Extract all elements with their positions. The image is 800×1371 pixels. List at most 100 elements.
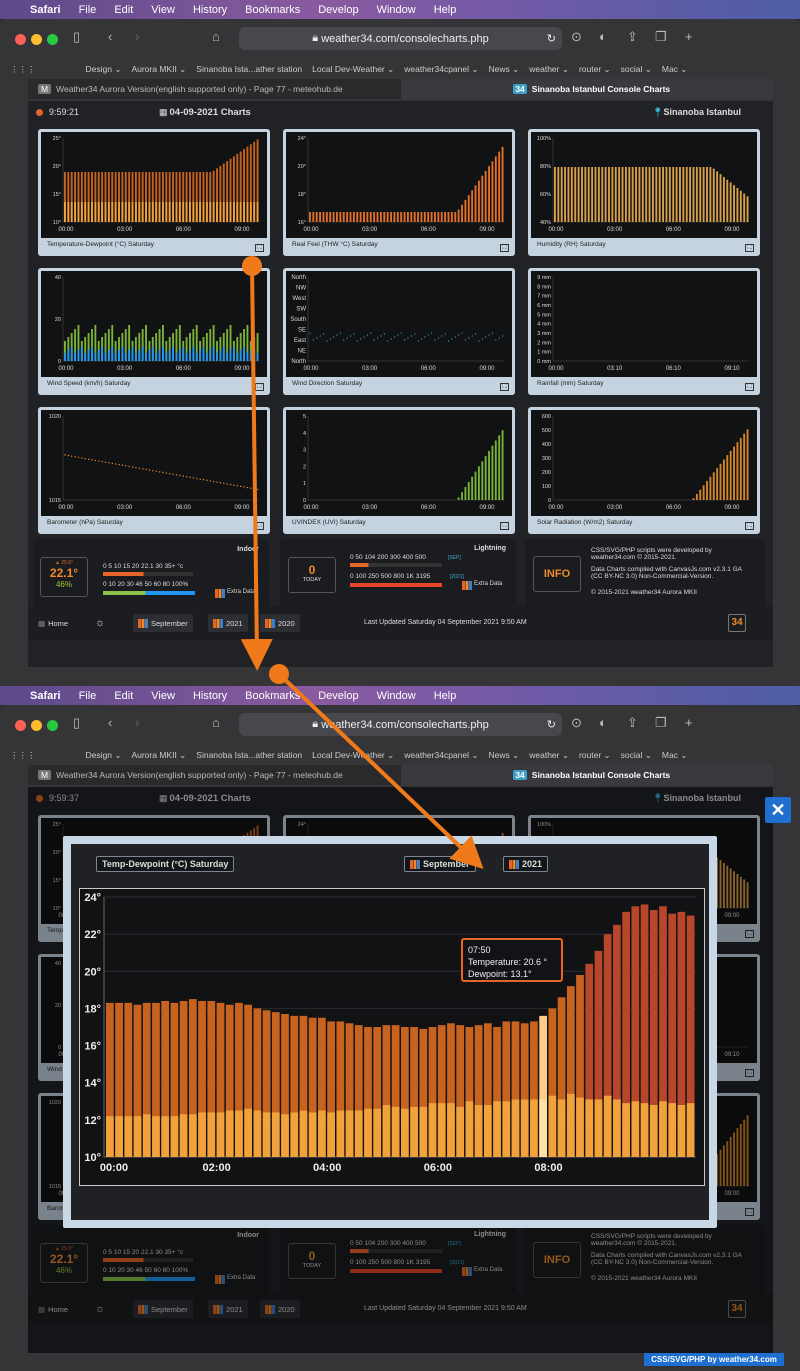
menu-file[interactable]: File: [79, 4, 97, 16]
tab-console-charts[interactable]: 34 Sinanoba Istanbul Console Charts: [400, 765, 773, 785]
menu-history[interactable]: History: [193, 690, 227, 702]
weather34-logo[interactable]: 34: [728, 614, 746, 632]
menu-safari[interactable]: Safari: [30, 4, 61, 16]
fav-item[interactable]: weather34cpanel ⌄: [404, 64, 478, 75]
fav-item[interactable]: Aurora MKII ⌄: [131, 750, 186, 761]
new-tab-icon[interactable]: +: [685, 29, 693, 44]
forward-icon[interactable]: ›: [135, 29, 139, 44]
fav-item[interactable]: News ⌄: [488, 64, 519, 75]
new-tab-icon[interactable]: +: [685, 715, 693, 730]
grid-icon[interactable]: ⋮⋮⋮: [10, 64, 36, 75]
menu-develop[interactable]: Develop: [318, 4, 358, 16]
nav-september-button[interactable]: September: [133, 1300, 193, 1318]
fav-item[interactable]: weather ⌄: [529, 750, 569, 761]
share-icon[interactable]: ⇪: [627, 29, 638, 45]
fav-item[interactable]: Sinanoba Ista...ather station: [196, 64, 302, 74]
chart-card[interactable]: 100% 80% 60% 40%00:00 03:00 06:00 09:00 Humidit…: [528, 129, 760, 256]
menu-window[interactable]: Window: [377, 690, 416, 702]
fav-item[interactable]: Design ⌄: [86, 64, 122, 75]
home-button[interactable]: ▦ Home: [33, 1300, 73, 1318]
fav-item[interactable]: social ⌄: [621, 64, 652, 75]
fav-item[interactable]: router ⌄: [579, 750, 611, 761]
indoor-extra-link[interactable]: Extra Data: [215, 589, 255, 598]
expand-icon[interactable]: ⛶: [745, 522, 754, 530]
menu-help[interactable]: Help: [434, 4, 457, 16]
close-modal-button[interactable]: ✕: [765, 797, 791, 823]
grid-icon[interactable]: ⋮⋮⋮: [10, 750, 36, 761]
nav-y2020-button[interactable]: 2020: [260, 614, 300, 632]
menu-bookmarks[interactable]: Bookmarks: [245, 4, 300, 16]
sidebar-icon[interactable]: ▯: [73, 715, 80, 731]
indoor-extra-link[interactable]: Extra Data: [215, 1275, 255, 1284]
privacy-icon[interactable]: ◐: [599, 715, 607, 730]
tab-meteohub[interactable]: M Weather34 Aurora Version(english suppor…: [28, 79, 401, 99]
expand-icon[interactable]: ⛶: [745, 930, 754, 938]
menu-history[interactable]: History: [193, 4, 227, 16]
privacy-icon[interactable]: ◐: [599, 29, 607, 44]
tab-meteohub[interactable]: M Weather34 Aurora Version(english suppor…: [28, 765, 401, 785]
fav-item[interactable]: Local Dev-Weather ⌄: [312, 750, 394, 761]
reload-icon[interactable]: ↻: [547, 718, 556, 731]
expand-icon[interactable]: ⛶: [745, 1208, 754, 1216]
expand-icon[interactable]: ⛶: [500, 383, 509, 391]
menu-safari[interactable]: Safari: [30, 690, 61, 702]
minimize-window-button[interactable]: [31, 34, 42, 45]
expand-icon[interactable]: ⛶: [255, 383, 264, 391]
menu-develop[interactable]: Develop: [318, 690, 358, 702]
expand-icon[interactable]: ⛶: [500, 244, 509, 252]
chart-card[interactable]: NorthNWWestSWSouthSEEastNENorth00:0003:0…: [283, 268, 515, 395]
menu-edit[interactable]: Edit: [114, 690, 133, 702]
menu-window[interactable]: Window: [377, 4, 416, 16]
menu-view[interactable]: View: [151, 690, 175, 702]
fav-item[interactable]: Local Dev-Weather ⌄: [312, 64, 394, 75]
address-bar[interactable]: 🔒︎ weather34.com/consolecharts.php ↻: [239, 713, 562, 736]
menu-bookmarks[interactable]: Bookmarks: [245, 690, 300, 702]
expand-icon[interactable]: ⛶: [745, 244, 754, 252]
tabs-overview-icon[interactable]: ❐: [655, 29, 667, 45]
forward-icon[interactable]: ›: [135, 715, 139, 730]
menu-file[interactable]: File: [79, 690, 97, 702]
chart-card[interactable]: 5 4 3 2 1 000:00 03:00 06:00 09:00 UVINDEX (UVI) …: [283, 407, 515, 534]
home-icon[interactable]: ⌂: [212, 715, 220, 730]
fav-item[interactable]: News ⌄: [488, 750, 519, 761]
fav-item[interactable]: social ⌄: [621, 750, 652, 761]
chart-card[interactable]: 40 20 000:00 03:00 06:00 09:00 Wind Speed (km/…: [38, 268, 270, 395]
chart-card[interactable]: 25° 20° 15° 10°00:00 03:00 06:00 09:00 Temperat…: [38, 129, 270, 256]
reload-icon[interactable]: ↻: [547, 32, 556, 45]
back-icon[interactable]: ‹: [108, 715, 112, 730]
tabs-overview-icon[interactable]: ❐: [655, 715, 667, 731]
fav-item[interactable]: Sinanoba Ista...ather station: [196, 750, 302, 760]
nav-y2021-button[interactable]: 2021: [208, 1300, 248, 1318]
expand-icon[interactable]: ⛶: [745, 383, 754, 391]
nav-september-button[interactable]: September: [133, 614, 193, 632]
fav-item[interactable]: Mac ⌄: [662, 64, 688, 75]
modal-month-button[interactable]: September: [404, 856, 476, 872]
lightning-extra-link[interactable]: Extra Data: [462, 581, 502, 590]
theme-toggle[interactable]: ☼: [90, 614, 110, 632]
fav-item[interactable]: Aurora MKII ⌄: [131, 64, 186, 75]
nav-y2020-button[interactable]: 2020: [260, 1300, 300, 1318]
home-button[interactable]: ▦ Home: [33, 614, 73, 632]
home-icon[interactable]: ⌂: [212, 29, 220, 44]
expand-icon[interactable]: ⛶: [255, 244, 264, 252]
theme-toggle[interactable]: ☼: [90, 1300, 110, 1318]
info-button[interactable]: INFO: [533, 556, 581, 592]
minimize-window-button[interactable]: [31, 720, 42, 731]
expand-icon[interactable]: ⛶: [500, 522, 509, 530]
tab-console-charts[interactable]: 34 Sinanoba Istanbul Console Charts: [400, 79, 773, 99]
fav-item[interactable]: weather ⌄: [529, 64, 569, 75]
download-icon[interactable]: ⊙: [571, 29, 582, 45]
zoom-window-button[interactable]: [47, 34, 58, 45]
close-window-button[interactable]: [15, 34, 26, 45]
share-icon[interactable]: ⇪: [627, 715, 638, 731]
menu-help[interactable]: Help: [434, 690, 457, 702]
address-bar[interactable]: 🔒︎ weather34.com/consolecharts.php ↻: [239, 27, 562, 50]
menu-edit[interactable]: Edit: [114, 4, 133, 16]
chart-card[interactable]: 9 mm 8 mm 7 mm 6 mm 5 mm 4 mm 3 mm 2 mm 1 mm 0 mm…: [528, 268, 760, 395]
fav-item[interactable]: weather34cpanel ⌄: [404, 750, 478, 761]
sidebar-icon[interactable]: ▯: [73, 29, 80, 45]
lightning-extra-link[interactable]: Extra Data: [462, 1267, 502, 1276]
fav-item[interactable]: Design ⌄: [86, 750, 122, 761]
temp-dewpoint-chart[interactable]: 24° 22° 20° 18° 16° 14° 12° 10° 00:00 02:00 04:00 0…: [79, 888, 705, 1186]
fav-item[interactable]: router ⌄: [579, 64, 611, 75]
